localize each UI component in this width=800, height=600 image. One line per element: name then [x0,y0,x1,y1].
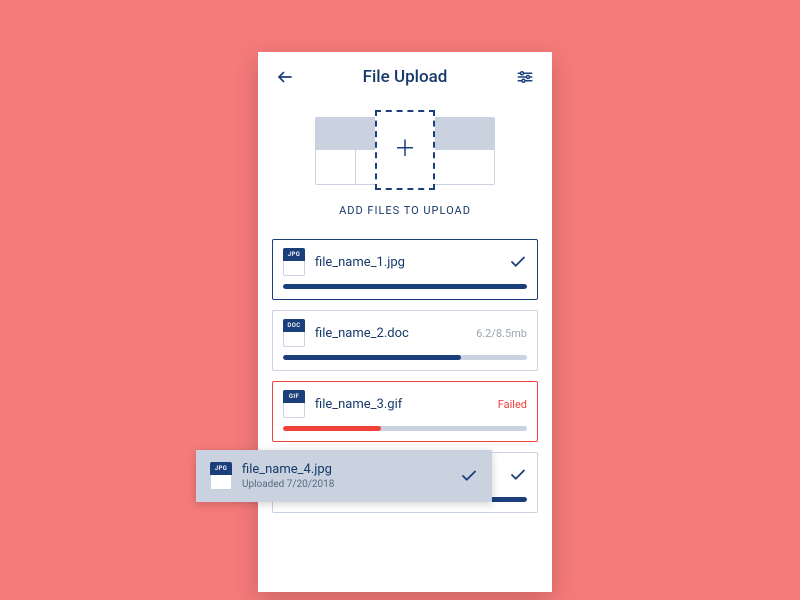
header: File Upload [258,52,552,94]
progress-fill [283,355,461,360]
file-row: GIF file_name_3.gif Failed [283,390,527,418]
file-subtitle: Uploaded 7/20/2018 [242,479,450,490]
file-row: DOC file_name_2.doc 6.2/8.5mb [283,319,527,347]
sliders-icon [516,68,534,86]
file-status-text: Failed [498,398,527,411]
file-type-icon: DOC [283,319,305,347]
check-icon [509,253,527,271]
add-files-visual: ＋ [315,110,495,192]
arrow-left-icon [276,68,294,86]
filter-button[interactable] [514,66,536,88]
file-type-icon: JPG [283,248,305,276]
page-title: File Upload [363,67,448,87]
file-type-badge: JPG [283,248,305,261]
progress-bar [283,355,527,360]
file-name: file_name_1.jpg [315,255,499,270]
file-upload-screen: File Upload ＋ ADD FILES TO UPLOAD JPG fil… [258,52,552,592]
file-status-text: 6.2/8.5mb [476,327,527,340]
completed-file-card[interactable]: JPG file_name_4.jpg Uploaded 7/20/2018 [196,450,492,502]
file-type-icon: JPG [210,462,232,490]
plus-icon: ＋ [394,139,416,161]
file-name: file_name_3.gif [315,397,488,412]
file-name: file_name_2.doc [315,326,466,341]
add-files-dropzone[interactable]: ＋ [375,110,435,190]
progress-bar [283,284,527,289]
file-card[interactable]: DOC file_name_2.doc 6.2/8.5mb [272,310,538,371]
file-card[interactable]: GIF file_name_3.gif Failed [272,381,538,442]
file-name: file_name_4.jpg [242,462,450,477]
file-type-badge: GIF [283,390,305,403]
back-button[interactable] [274,66,296,88]
file-meta: file_name_4.jpg Uploaded 7/20/2018 [242,462,450,490]
progress-fill [283,284,527,289]
add-files-label: ADD FILES TO UPLOAD [339,204,471,217]
progress-bar [283,426,527,431]
check-icon [460,467,478,485]
progress-fill [283,426,381,431]
add-files-area: ＋ ADD FILES TO UPLOAD [315,110,495,217]
file-row: JPG file_name_1.jpg [283,248,527,276]
file-type-badge: JPG [210,462,232,475]
file-card[interactable]: JPG file_name_1.jpg [272,239,538,300]
check-icon [509,466,527,484]
file-type-badge: DOC [283,319,305,332]
file-type-icon: GIF [283,390,305,418]
